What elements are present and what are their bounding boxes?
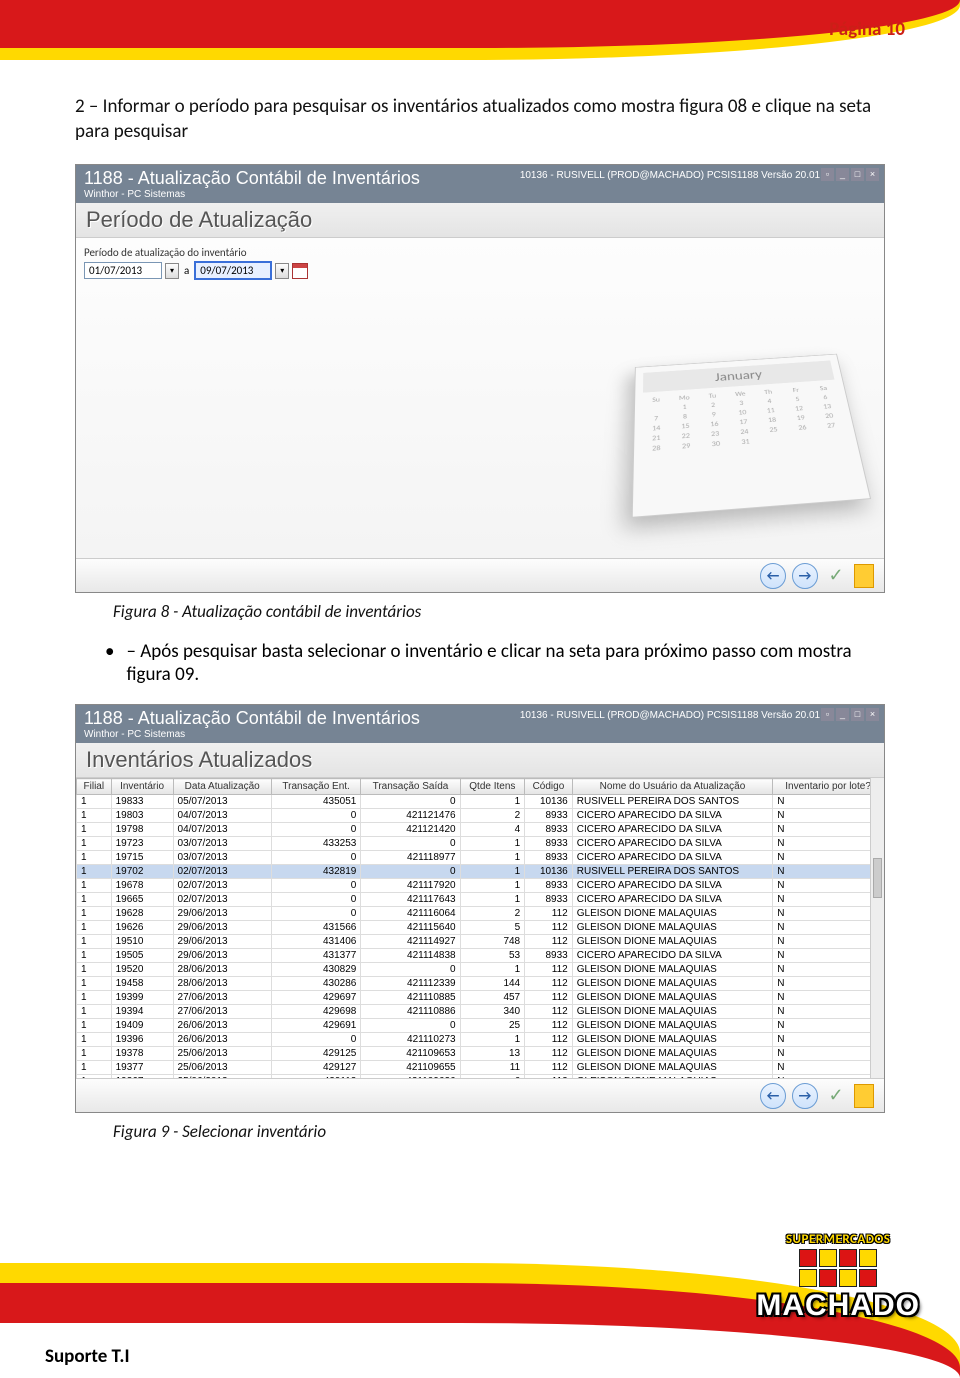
- table-row[interactable]: 11939927/06/2013429697421110885457112GLE…: [77, 991, 884, 1005]
- confirm-icon[interactable]: ✓: [824, 1084, 848, 1108]
- window-controls: ▫ _ □ ×: [821, 168, 879, 181]
- window-controls: ▫ _ □ ×: [821, 708, 879, 721]
- table-row[interactable]: 11979804/07/2013042112142048933CICERO AP…: [77, 823, 884, 837]
- table-row[interactable]: 11966502/07/2013042111764318933CICERO AP…: [77, 893, 884, 907]
- date-from-input[interactable]: 01/07/2013: [84, 262, 162, 279]
- table-header[interactable]: Qtde Itens: [460, 779, 525, 795]
- table-header[interactable]: Filial: [77, 779, 112, 795]
- calendar-icon[interactable]: [292, 263, 308, 279]
- inventory-table[interactable]: FilialInventárioData AtualizaçãoTransaçã…: [76, 778, 884, 1078]
- inventory-table-container: FilialInventárioData AtualizaçãoTransaçã…: [76, 778, 884, 1078]
- table-row[interactable]: 11972303/07/2013433253018933CICERO APARE…: [77, 837, 884, 851]
- window-footer-nav: ← → ✓: [76, 558, 884, 592]
- forward-button[interactable]: →: [792, 563, 818, 589]
- logo-supermercados-text: SUPERMERCADOS: [756, 1232, 920, 1247]
- table-row[interactable]: 11971503/07/2013042111897718933CICERO AP…: [77, 851, 884, 865]
- window-info-right: 10136 - RUSIVELL (PROD@MACHADO) PCSIS118…: [520, 170, 834, 181]
- window-subtitle: Winthor - PC Sistemas: [84, 729, 876, 740]
- minimize-icon[interactable]: _: [836, 168, 849, 181]
- close-icon[interactable]: ×: [866, 708, 879, 721]
- back-button[interactable]: ←: [760, 1083, 786, 1109]
- forward-button[interactable]: →: [792, 1083, 818, 1109]
- window-info-right: 10136 - RUSIVELL (PROD@MACHADO) PCSIS118…: [520, 710, 834, 721]
- table-header[interactable]: Inventario por lote?: [773, 779, 884, 795]
- table-row[interactable]: 11970202/07/20134328190110136RUSIVELL PE…: [77, 865, 884, 879]
- bullet-marker: •: [105, 640, 114, 686]
- note-icon[interactable]: [854, 564, 874, 588]
- date-separator: a: [182, 264, 191, 277]
- figure-9-caption: Figura 9 - Selecionar inventário: [113, 1121, 885, 1142]
- table-row[interactable]: 11939427/06/2013429698421110886340112GLE…: [77, 1005, 884, 1019]
- bullet-text: – Após pesquisar basta selecionar o inve…: [126, 640, 885, 686]
- dropdown-icon[interactable]: ▾: [275, 263, 289, 279]
- table-row[interactable]: 11962829/06/201304211160642112GLEISON DI…: [77, 907, 884, 921]
- table-row[interactable]: 11952028/06/201343082901112GLEISON DIONE…: [77, 963, 884, 977]
- table-row[interactable]: 11940926/06/2013429691025112GLEISON DION…: [77, 1019, 884, 1033]
- scrollbar[interactable]: [870, 778, 884, 1078]
- close-icon[interactable]: ×: [866, 168, 879, 181]
- logo-squares: [756, 1249, 920, 1287]
- section-header-periodo: Período de Atualização: [76, 203, 884, 238]
- table-header[interactable]: Data Atualização: [173, 779, 271, 795]
- machado-logo: SUPERMERCADOS MACHADO: [756, 1232, 920, 1323]
- page-number: Página 10: [829, 18, 905, 41]
- table-header[interactable]: Transação Saída: [361, 779, 460, 795]
- table-row[interactable]: 11962629/06/20134315664211156405112GLEIS…: [77, 921, 884, 935]
- window-footer-nav: ← → ✓: [76, 1078, 884, 1112]
- screenshot-figure-9: 1188 - Atualização Contábil de Inventári…: [75, 704, 885, 1113]
- logo-machado-text: MACHADO: [756, 1289, 920, 1323]
- table-row[interactable]: 11936725/06/20134291124211096266112GLEIS…: [77, 1075, 884, 1079]
- header-decoration: [0, 0, 960, 60]
- window-options-icon[interactable]: ▫: [821, 168, 834, 181]
- table-row[interactable]: 11967802/07/2013042111792018933CICERO AP…: [77, 879, 884, 893]
- calendar-illustration: January SuMoTuWeThFrSa 123456 7891011121…: [632, 354, 872, 518]
- table-row[interactable]: 11980304/07/2013042112147628933CICERO AP…: [77, 809, 884, 823]
- window-subtitle: Winthor - PC Sistemas: [84, 189, 876, 200]
- screenshot-figure-8: 1188 - Atualização Contábil de Inventári…: [75, 164, 885, 593]
- instruction-step-2: 2 – Informar o período para pesquisar os…: [75, 95, 885, 144]
- window-options-icon[interactable]: ▫: [821, 708, 834, 721]
- table-row[interactable]: 11951029/06/2013431406421114927748112GLE…: [77, 935, 884, 949]
- window-titlebar: 1188 - Atualização Contábil de Inventári…: [76, 165, 884, 203]
- table-row[interactable]: 11983305/07/20134350510110136RUSIVELL PE…: [77, 795, 884, 809]
- support-label: Suporte T.I: [45, 1345, 130, 1368]
- section-header-inventarios: Inventários Atualizados: [76, 743, 884, 778]
- period-label: Período de atualização do inventário: [84, 246, 876, 259]
- table-header[interactable]: Nome do Usuário da Atualização: [572, 779, 772, 795]
- minimize-icon[interactable]: _: [836, 708, 849, 721]
- table-row[interactable]: 11939626/06/201304211102731112GLEISON DI…: [77, 1033, 884, 1047]
- table-row[interactable]: 11937825/06/201342912542110965313112GLEI…: [77, 1047, 884, 1061]
- date-to-input[interactable]: 09/07/2013: [194, 261, 272, 280]
- table-row[interactable]: 11945828/06/2013430286421112339144112GLE…: [77, 977, 884, 991]
- table-header[interactable]: Transação Ent.: [271, 779, 360, 795]
- table-header[interactable]: Código: [525, 779, 573, 795]
- table-row[interactable]: 11950529/06/2013431377421114838538933CIC…: [77, 949, 884, 963]
- maximize-icon[interactable]: □: [851, 708, 864, 721]
- table-row[interactable]: 11937725/06/201342912742110965511112GLEI…: [77, 1061, 884, 1075]
- window-titlebar: 1188 - Atualização Contábil de Inventári…: [76, 705, 884, 743]
- confirm-icon[interactable]: ✓: [824, 564, 848, 588]
- table-header[interactable]: Inventário: [111, 779, 173, 795]
- instruction-bullet: • – Após pesquisar basta selecionar o in…: [105, 640, 885, 686]
- maximize-icon[interactable]: □: [851, 168, 864, 181]
- note-icon[interactable]: [854, 1084, 874, 1108]
- figure-8-caption: Figura 8 - Atualização contábil de inven…: [113, 601, 885, 622]
- dropdown-icon[interactable]: ▾: [165, 263, 179, 279]
- back-button[interactable]: ←: [760, 563, 786, 589]
